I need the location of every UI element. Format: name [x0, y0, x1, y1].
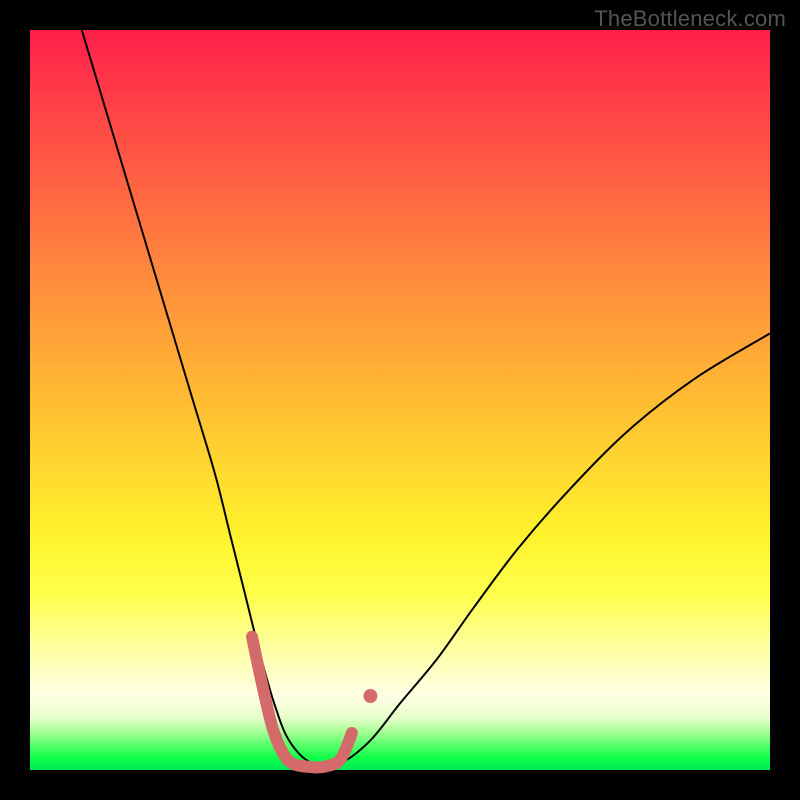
watermark-text: TheBottleneck.com: [594, 6, 786, 32]
curve-layer: [30, 30, 770, 770]
highlight-segment: [252, 637, 352, 768]
chart-frame: TheBottleneck.com: [0, 0, 800, 800]
highlight-dot: [363, 689, 377, 703]
bottleneck-curve: [82, 30, 770, 765]
